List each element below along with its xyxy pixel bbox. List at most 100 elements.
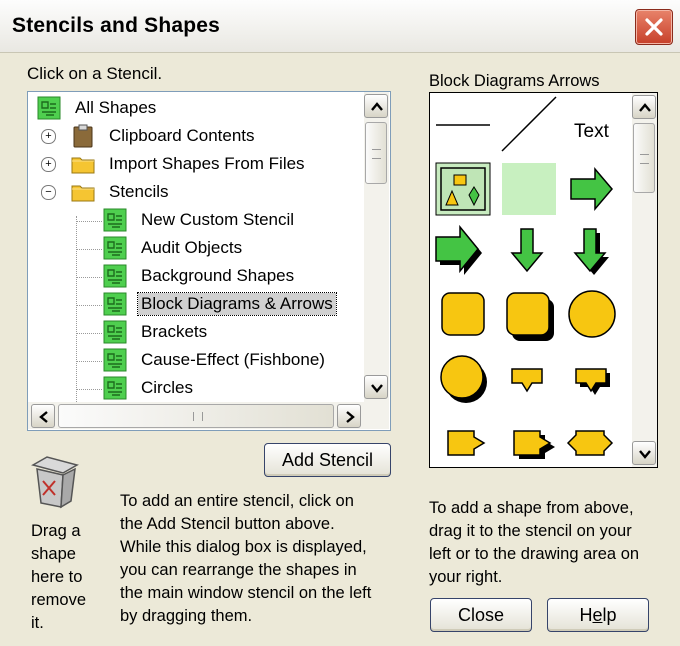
- tree-item-label: Cause-Effect (Fishbone): [141, 350, 325, 369]
- help-button[interactable]: He lp: [547, 598, 649, 632]
- stencil-icon: [102, 320, 128, 344]
- folder-icon: [70, 152, 96, 176]
- tree-item[interactable]: Audit Objects: [102, 234, 245, 262]
- title-bar: Stencils and Shapes: [0, 0, 680, 53]
- tree-item[interactable]: Block Diagrams & Arrows: [102, 290, 337, 318]
- tree-item[interactable]: Background Shapes: [102, 262, 297, 290]
- tree-line: [76, 249, 102, 250]
- text-line: To add an entire stencil, click on: [120, 492, 354, 510]
- text-line: it.: [31, 614, 44, 632]
- chevron-left-icon: [39, 411, 48, 423]
- tree-item[interactable]: Import Shapes From Files: [70, 150, 308, 178]
- diagonal-line-shape: [501, 96, 557, 152]
- scroll-up-button[interactable]: [364, 94, 388, 118]
- tree-line: [76, 221, 102, 222]
- help-label-part: lp: [602, 604, 617, 625]
- shape-grid: [435, 96, 616, 459]
- close-icon: [645, 18, 663, 36]
- text-line: shape: [31, 545, 76, 563]
- shadow-circle-shape: [440, 355, 484, 399]
- clipboard-icon: [70, 124, 96, 148]
- callout-arrow-shape: [511, 368, 543, 393]
- scroll-down-button[interactable]: [364, 375, 388, 399]
- preview-scroll-up-button[interactable]: [632, 95, 656, 119]
- text-line: drag it to the stencil on your: [429, 522, 632, 540]
- folder-icon: [70, 180, 96, 204]
- tree-line: [76, 277, 102, 278]
- stencil-icon: [102, 348, 128, 372]
- text-line: you can rearrange the shapes in: [120, 561, 357, 579]
- stencil-tree[interactable]: All Shapes + Clipboard Contents + Import Sha…: [27, 91, 391, 431]
- vertical-scroll-thumb[interactable]: [365, 122, 387, 184]
- preview-label: Block Diagrams Arrows: [429, 72, 600, 90]
- tree-item-label: Stencils: [109, 182, 169, 201]
- tree-item-label: All Shapes: [75, 98, 157, 117]
- tree-item-label: Circles: [141, 378, 193, 397]
- trash-can-icon[interactable]: [27, 451, 83, 511]
- tree-item-label: Brackets: [141, 322, 208, 341]
- shadow-rounded-square-shape: [506, 292, 550, 336]
- text-line: the Add Stencil button above.: [120, 515, 335, 533]
- text-line: To add a shape from above,: [429, 499, 634, 517]
- text-line: by dragging them.: [120, 607, 253, 625]
- chevron-down-icon: [639, 450, 651, 459]
- collapse-toggle[interactable]: −: [41, 185, 56, 200]
- chevron-up-icon: [639, 103, 651, 112]
- stencil-icon: [102, 264, 128, 288]
- light-green-square-shape: [502, 163, 556, 215]
- down-arrow-shape: [510, 228, 544, 273]
- double-arrow-shape: [566, 430, 614, 456]
- text-line: here to: [31, 568, 83, 586]
- tree-item-label: Background Shapes: [141, 266, 295, 285]
- text-line: your right.: [429, 568, 503, 586]
- tree-item[interactable]: Clipboard Contents: [70, 122, 258, 150]
- stencil-icon: [102, 236, 128, 260]
- add-stencil-button[interactable]: Add Stencil: [264, 443, 391, 477]
- help-label-part: H: [579, 604, 593, 625]
- horizontal-scroll-thumb[interactable]: [58, 404, 334, 428]
- tree-line: [76, 389, 102, 390]
- chevron-up-icon: [371, 102, 383, 111]
- dialog-title: Stencils and Shapes: [12, 14, 221, 37]
- shadow-callout-arrow-shape: [575, 368, 607, 393]
- tree-item-label: Import Shapes From Files: [109, 154, 305, 173]
- stencil-icon: [102, 208, 128, 232]
- tree-item[interactable]: Stencils: [70, 178, 172, 206]
- block-arrow-shape: [447, 430, 486, 456]
- shape-preview-panel[interactable]: Text: [429, 92, 658, 468]
- tree-item-label: Clipboard Contents: [109, 126, 255, 145]
- tree-item[interactable]: All Shapes: [36, 94, 159, 122]
- preview-scroll-thumb[interactable]: [633, 123, 655, 193]
- text-line: While this dialog box is displayed,: [120, 538, 367, 556]
- tree-item[interactable]: New Custom Stencil: [102, 206, 297, 234]
- text-shape[interactable]: Text: [574, 121, 609, 143]
- preview-scroll-down-button[interactable]: [632, 441, 656, 465]
- stencil-icon: [102, 292, 128, 316]
- tree-item[interactable]: Circles: [102, 374, 196, 402]
- text-line: remove: [31, 591, 87, 609]
- tree-item-label: Audit Objects: [141, 238, 243, 257]
- circle-shape: [568, 290, 616, 338]
- window-close-button[interactable]: [635, 9, 673, 45]
- stencil-list-label: Click on a Stencil.: [27, 64, 163, 83]
- scroll-left-button[interactable]: [31, 404, 55, 428]
- close-button[interactable]: Close: [430, 598, 532, 632]
- stencil-icon: [102, 376, 128, 400]
- tree-line: [76, 361, 102, 362]
- stencil-icon: [36, 96, 62, 120]
- tree-item-label: Block Diagrams & Arrows: [137, 292, 337, 316]
- expand-toggle[interactable]: +: [41, 129, 56, 144]
- expand-toggle[interactable]: +: [41, 157, 56, 172]
- stencil-tree-content: All Shapes + Clipboard Contents + Import Sha…: [28, 92, 364, 402]
- tree-line: [76, 333, 102, 334]
- help-label-accelerator: e: [592, 604, 603, 625]
- scroll-right-button[interactable]: [337, 404, 361, 428]
- tree-item[interactable]: Brackets: [102, 318, 210, 346]
- chevron-down-icon: [371, 384, 383, 393]
- tree-item[interactable]: Cause-Effect (Fishbone): [102, 346, 328, 374]
- tree-line: [76, 305, 102, 306]
- tree-item-label: New Custom Stencil: [141, 210, 295, 229]
- rounded-square-shape: [441, 292, 485, 336]
- chevron-right-icon: [346, 411, 355, 423]
- right-arrow-shape: [570, 166, 613, 212]
